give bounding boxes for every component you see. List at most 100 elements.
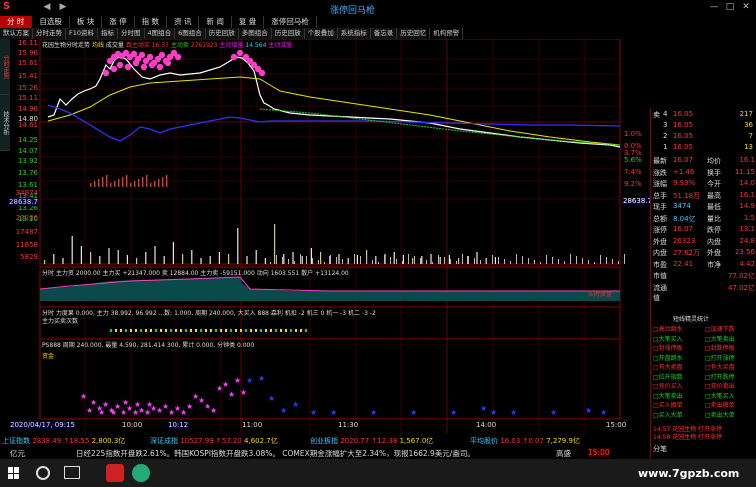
- sector-item[interactable]: □拉升指数: [653, 372, 683, 381]
- menu-item-ztmhq[interactable]: 涨停回马枪: [264, 16, 317, 28]
- toolbar-default-scheme[interactable]: 默认方案: [0, 28, 33, 39]
- sector-item[interactable]: □卖出大单: [705, 410, 735, 419]
- search-icon[interactable]: [36, 466, 50, 480]
- toolbar-replay2[interactable]: 历史回放: [272, 28, 305, 39]
- time-label-1000: 10:00: [122, 421, 143, 429]
- sector-item[interactable]: □封涨停板: [653, 343, 683, 352]
- sector-item[interactable]: □打开跌停: [705, 372, 735, 381]
- sector-item[interactable]: □竞价卖出: [705, 381, 735, 390]
- sector-item[interactable]: □大笔买入: [653, 334, 683, 343]
- signal-dot: [110, 65, 118, 73]
- toolbar-timeshare[interactable]: 分时走势: [33, 28, 66, 39]
- toolbar-6grid[interactable]: 6图组合: [175, 28, 206, 39]
- sector-item[interactable]: □卖出撤单: [705, 400, 735, 409]
- volume-bar: [172, 242, 174, 264]
- menu-item-index[interactable]: 指 数: [135, 16, 168, 28]
- sector-item[interactable]: □买入大单: [653, 410, 683, 419]
- intraday-chart[interactable]: ★ ★ ★ ★ ★ ★ ★ ★ ★ ★ ★ ★ ★ ★ ★ ★ ★ ★ ★ ★ ★ ★ ★ ★ ★ ★ ★ ★ ★ ★ ★ ★ ★ ★ ★ ★ ★ ★ ★ ★…: [8, 39, 653, 459]
- tab-ticks[interactable]: 分笔: [653, 444, 667, 454]
- sector-item[interactable]: □开盘跳水: [653, 353, 683, 362]
- orderbook-row: 1 16.05 13: [663, 143, 753, 151]
- sector-item[interactable]: □有大卖盘: [653, 362, 683, 371]
- menu-item-info[interactable]: 资 讯: [167, 16, 200, 28]
- toolbar-overlay[interactable]: 个股叠加: [305, 28, 338, 39]
- volume-bar: [360, 256, 361, 264]
- legend-active-dec: 主动减量: [268, 42, 293, 49]
- menu-item-review[interactable]: 复 盘: [232, 16, 265, 28]
- volume-bar: [552, 257, 553, 264]
- volume-bar: [134, 181, 136, 187]
- ticker-text[interactable]: 日经225指数开盘跌2.61%。韩国KOSPI指数开盘跌3.08%。 COMEX…: [76, 448, 475, 459]
- main-menu: 分 时 自选股 板 块 涨 停 指 数 资 讯 新 闻 复 盘 涨停回马枪: [0, 16, 426, 28]
- toolbar-replay[interactable]: 历史回放: [206, 28, 239, 39]
- toolbar-sysindicator[interactable]: 系统指标: [338, 28, 371, 39]
- menu-item-watchlist[interactable]: 自选股: [32, 16, 70, 28]
- signal-star: ★: [480, 404, 487, 413]
- volume-bar: [228, 254, 230, 264]
- index-avg[interactable]: 平均股价 16.03 ↑0.07 7,279.9亿: [470, 436, 580, 446]
- volume-bar: [594, 262, 595, 264]
- sub2-mark: [255, 329, 257, 332]
- sector-item[interactable]: □买入撤单: [653, 400, 683, 409]
- ma-line: [259, 108, 621, 146]
- toolbar-alert[interactable]: 机构预警: [430, 28, 464, 39]
- forward-icon[interactable]: ▶: [56, 2, 70, 14]
- volume-bar: [294, 261, 295, 264]
- volume-bar: [264, 258, 266, 264]
- volume-bar: [154, 246, 156, 264]
- signal-dot: [102, 69, 110, 77]
- app-taskbar-icon[interactable]: [106, 464, 124, 482]
- sector-item[interactable]: □封跌停板: [705, 343, 735, 352]
- sector-item[interactable]: □大笔卖出: [705, 334, 735, 343]
- sector-item[interactable]: □有大买盘: [705, 362, 735, 371]
- menu-item-timeshare[interactable]: 分 时: [0, 16, 33, 28]
- maximize-icon[interactable]: □: [724, 2, 736, 13]
- index-cyb[interactable]: 创业板指 2020.77 ↑12.38 1,567.0亿: [310, 436, 433, 446]
- volume-bar: [384, 255, 385, 264]
- sector-item[interactable]: □竞价买入: [653, 381, 683, 390]
- stat-row: 外盘 26323 内盘 24.8: [653, 236, 755, 246]
- sector-item[interactable]: □大笔买入: [705, 391, 735, 400]
- index-sz[interactable]: 深证成指 10527.99 ↑57.20 4,602.7亿: [150, 436, 278, 446]
- volume-bar: [162, 177, 164, 187]
- toolbar-history[interactable]: 历史回忆: [397, 28, 431, 39]
- volume-bar: [546, 255, 547, 264]
- volume-bar: [136, 258, 138, 264]
- volume-bar: [396, 259, 397, 264]
- windows-start-icon[interactable]: [8, 467, 20, 479]
- sector-item[interactable]: □大笔卖出: [653, 391, 683, 400]
- menu-item-sector[interactable]: 板 块: [70, 16, 103, 28]
- volume-bar: [356, 255, 358, 264]
- time-label-1500: 15:00: [606, 421, 627, 429]
- volume-bar: [98, 179, 100, 187]
- sub2-mark: [110, 329, 112, 332]
- index-sh[interactable]: 上证指数 2838.49 ↑18.55 2,800.3亿: [2, 436, 125, 446]
- sector-item[interactable]: □加速下跌: [705, 324, 735, 333]
- signal-star: ★: [228, 390, 235, 399]
- stat-row: 总手 51.18万 最高 16.1: [653, 190, 755, 200]
- menu-item-news[interactable]: 新 闻: [199, 16, 232, 28]
- toolbar-memo[interactable]: 备忘录: [371, 28, 398, 39]
- signal-star: ★: [134, 400, 141, 409]
- volume-bar: [393, 252, 395, 264]
- toolbar-timechart[interactable]: 分时图: [118, 28, 145, 39]
- volume-bar: [336, 257, 337, 264]
- sector-item[interactable]: □高台跳水: [653, 324, 683, 333]
- toolbar-indicator[interactable]: 指标: [98, 28, 119, 39]
- minimize-icon[interactable]: —: [708, 2, 720, 13]
- signal-star: ★: [240, 388, 247, 397]
- menu-item-limitup[interactable]: 涨 停: [102, 16, 135, 28]
- price-line: [47, 56, 621, 148]
- close-icon[interactable]: ✕: [740, 2, 752, 13]
- volume-bar: [102, 177, 104, 187]
- task-view-icon[interactable]: [64, 466, 80, 479]
- toolbar-multigrid[interactable]: 多图组合: [239, 28, 272, 39]
- sector-item[interactable]: □打开涨停: [705, 353, 735, 362]
- toolbar-f10[interactable]: F10资料: [66, 28, 99, 39]
- chart-header-title: 花园生物分时走势: [42, 42, 91, 49]
- signal-stars: ★★★★★★★★★★★★★★★★★★★★★★★★★★★★ ★ ★★ ★ ★★ ★★★★★ ★…: [80, 374, 607, 417]
- toolbar-4grid[interactable]: 4图组合: [145, 28, 176, 39]
- browser-icon[interactable]: [132, 464, 150, 482]
- volume-label: 28638.7: [8, 198, 38, 206]
- back-icon[interactable]: ◀: [40, 2, 54, 14]
